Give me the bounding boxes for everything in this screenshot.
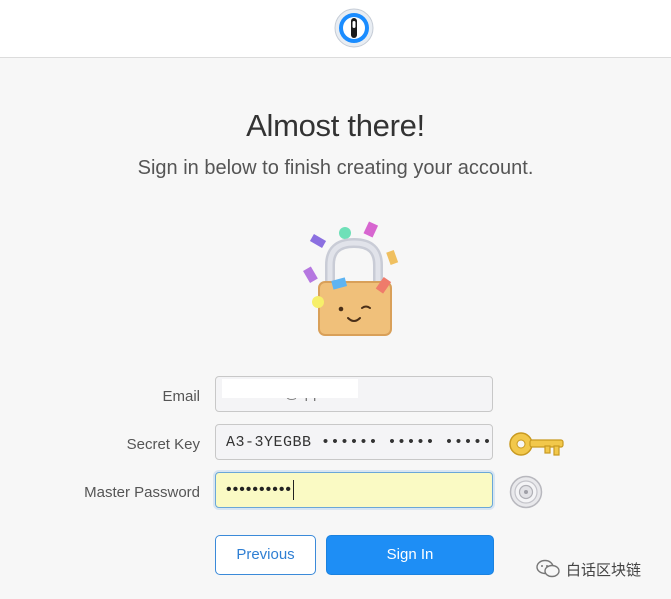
master-password-label: Master Password (84, 484, 200, 501)
email-field[interactable]: 7401007@qq.com (215, 376, 493, 412)
wechat-icon (536, 559, 560, 578)
secret-key-field[interactable]: A3-3YEGBB •••••• ••••• ••••• (215, 424, 493, 460)
sign-in-button[interactable]: Sign In (326, 535, 494, 575)
page-title: Almost there! (246, 108, 425, 143)
email-label: Email (162, 388, 200, 405)
secret-key-value: A3-3YEGBB •••••• ••••• ••••• (226, 434, 493, 451)
master-password-value: •••••••••• (226, 481, 293, 498)
padlock-confetti-icon (303, 221, 399, 336)
email-redaction (222, 379, 358, 398)
previous-button[interactable]: Previous (215, 535, 316, 575)
watermark: 白话区块链 (536, 558, 641, 580)
page-subtitle: Sign in below to finish creating your ac… (137, 157, 534, 179)
watermark-text: 白话区块链 (566, 561, 642, 579)
secret-key-label: Secret Key (126, 436, 200, 453)
lock-dial-icon[interactable] (509, 475, 543, 509)
text-caret (293, 480, 295, 501)
top-bar (0, 0, 671, 58)
1password-logo-icon (334, 8, 374, 48)
key-icon[interactable] (508, 430, 566, 458)
master-password-field[interactable]: •••••••••• (215, 472, 493, 508)
